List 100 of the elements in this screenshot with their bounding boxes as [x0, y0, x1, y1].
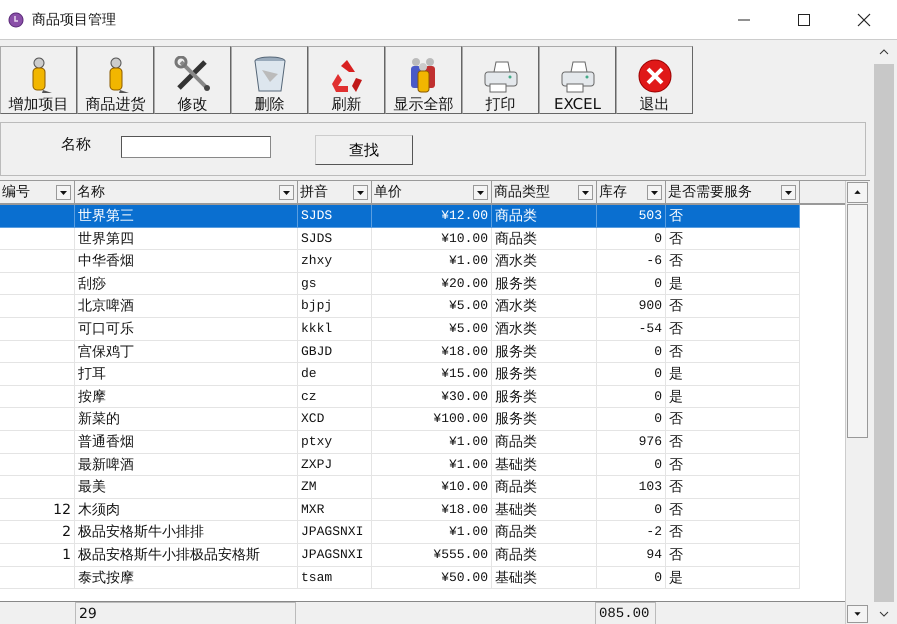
table-cell: ¥1.00: [448, 456, 488, 472]
table-cell: 否: [669, 411, 683, 428]
name-label: 名称: [61, 135, 91, 154]
scroll-down-icon[interactable]: [847, 605, 868, 623]
table-row[interactable]: 最美 ZM ¥10.00 商品类 103 否: [0, 476, 800, 499]
table-cell: 0: [654, 502, 662, 517]
maximize-icon[interactable]: [797, 12, 811, 26]
table-cell: ptxy: [301, 434, 332, 449]
table-cell: 是: [669, 570, 683, 586]
table-row[interactable]: 宫保鸡丁 GBJD ¥18.00 服务类 0 否: [0, 340, 800, 364]
table-cell: SJDS: [301, 230, 332, 246]
table-cell: 普通香烟: [78, 434, 134, 450]
table-row[interactable]: 中华香烟 zhxy ¥1.00 酒水类 -6 否: [0, 250, 800, 273]
table-cell: 极品安格斯牛小排排: [78, 524, 204, 540]
table-row[interactable]: 可口可乐 kkkl ¥5.00 酒水类 -54 否: [0, 318, 800, 341]
dropdown-icon[interactable]: [56, 184, 71, 200]
close-icon[interactable]: [857, 12, 871, 26]
column-header[interactable]: 库存: [597, 181, 666, 203]
table-cell: JPAGSNXI: [301, 546, 364, 562]
table-cell: 103: [638, 479, 662, 494]
toolbar-button[interactable]: 商品进货: [77, 46, 154, 114]
dropdown-icon[interactable]: [353, 184, 368, 200]
table-cell: zhxy: [301, 253, 332, 268]
table-cell: 0: [654, 388, 662, 404]
toolbar-button[interactable]: 刷新: [308, 46, 385, 114]
table-cell: 新菜的: [78, 411, 120, 428]
toolbar-button[interactable]: EXCEL: [539, 46, 616, 114]
table-cell: 服务类: [495, 344, 537, 360]
table-cell: 最美: [78, 479, 106, 496]
printer-icon: [558, 60, 596, 94]
scroll-thumb[interactable]: [847, 204, 868, 438]
search-button[interactable]: 查找: [315, 135, 413, 165]
dropdown-icon[interactable]: [473, 184, 488, 200]
table-cell: 否: [669, 546, 683, 563]
table-cell: 否: [669, 434, 683, 450]
toolbar-button[interactable]: 删除: [231, 46, 308, 114]
table-cell: 服务类: [495, 276, 537, 292]
table-row[interactable]: 普通香烟 ptxy ¥1.00 商品类 976 否: [0, 430, 800, 454]
scrollbar[interactable]: [845, 181, 869, 624]
table-cell: 基础类: [495, 502, 537, 518]
table-cell: 0: [654, 570, 662, 584]
table-cell: ¥50.00: [441, 570, 488, 584]
table-row[interactable]: 按摩 cz ¥30.00 服务类 0 是: [0, 386, 800, 408]
table-cell: ZXPJ: [301, 456, 332, 472]
dropdown-icon[interactable]: [279, 184, 294, 200]
table-row[interactable]: 世界第四 SJDS ¥10.00 商品类 0 否: [0, 228, 800, 250]
table-row[interactable]: 泰式按摩 tsam ¥50.00 基础类 0 是: [0, 566, 800, 590]
column-header[interactable]: 编号: [0, 181, 75, 203]
table-cell: 否: [669, 479, 683, 496]
toolbar-button[interactable]: 退出: [616, 46, 693, 114]
table-cell: 否: [669, 253, 683, 270]
table-row[interactable]: 北京啤酒 bjpj ¥5.00 酒水类 900 否: [0, 295, 800, 318]
table-cell: ¥1.00: [448, 524, 488, 540]
name-input[interactable]: [121, 136, 271, 158]
toolbar-button[interactable]: 显示全部: [385, 46, 462, 114]
scroll-up-icon[interactable]: [847, 182, 868, 203]
column-header[interactable]: 单价: [372, 181, 492, 203]
table-cell: -54: [638, 320, 662, 336]
dropdown-icon[interactable]: [781, 184, 796, 200]
table-cell: ZM: [301, 479, 317, 494]
table-row[interactable]: 12 木须肉 MXR ¥18.00 基础类 0 否: [0, 498, 800, 522]
toolbar-button[interactable]: 增加项目: [0, 46, 77, 114]
table-cell: 服务类: [495, 388, 537, 405]
table-cell: 否: [669, 456, 683, 473]
table-cell: SJDS: [301, 208, 332, 223]
scroll-thumb[interactable]: [874, 64, 894, 602]
table-cell: 否: [669, 502, 683, 518]
table-row[interactable]: 2 极品安格斯牛小排排 JPAGSNXI ¥1.00 商品类 -2 否: [0, 521, 800, 544]
table-cell: XCD: [301, 411, 324, 426]
toolbar-button[interactable]: 打印: [462, 46, 539, 114]
table-row[interactable]: 最新啤酒 ZXPJ ¥1.00 基础类 0 否: [0, 454, 800, 476]
column-header[interactable]: 商品类型: [492, 181, 597, 203]
table-cell: 1: [62, 546, 71, 563]
table-row[interactable]: 1 极品安格斯牛小排极品安格斯 JPAGSNXI ¥555.00 商品类 94 否: [0, 544, 800, 566]
column-header[interactable]: 拼音: [298, 181, 372, 203]
toolbar-button[interactable]: 修改: [154, 46, 231, 114]
table-row[interactable]: 新菜的 XCD ¥100.00 服务类 0 否: [0, 408, 800, 431]
dropdown-icon[interactable]: [647, 184, 662, 200]
table-cell: 酒水类: [495, 253, 537, 270]
column-header[interactable]: 名称: [75, 181, 298, 203]
table-row[interactable]: 世界第三 SJDS ¥12.00 商品类 503 否: [0, 205, 800, 228]
table-cell: 商品类: [495, 208, 537, 224]
table-cell: ¥10.00: [441, 479, 488, 494]
total-field: 085.00: [595, 602, 656, 624]
table-cell: GBJD: [301, 344, 332, 359]
column-header[interactable]: 是否需要服务: [666, 181, 800, 203]
table-cell: 94: [646, 546, 662, 562]
table-row[interactable]: 打耳 de ¥15.00 服务类 0 是: [0, 363, 800, 386]
table-cell: bjpj: [301, 298, 332, 314]
table-cell: ¥18.00: [441, 344, 488, 359]
trash-can-icon: [252, 56, 286, 94]
table-cell: 503: [638, 208, 662, 223]
app-icon: [8, 12, 24, 28]
table-cell: 否: [669, 524, 683, 540]
table-cell: 900: [638, 298, 662, 314]
table-row[interactable]: 刮痧 gs ¥20.00 服务类 0 是: [0, 272, 800, 296]
dropdown-icon[interactable]: [578, 184, 593, 200]
table-cell: 否: [669, 208, 683, 224]
table-cell: cz: [301, 388, 317, 404]
table-cell: 976: [638, 434, 662, 449]
